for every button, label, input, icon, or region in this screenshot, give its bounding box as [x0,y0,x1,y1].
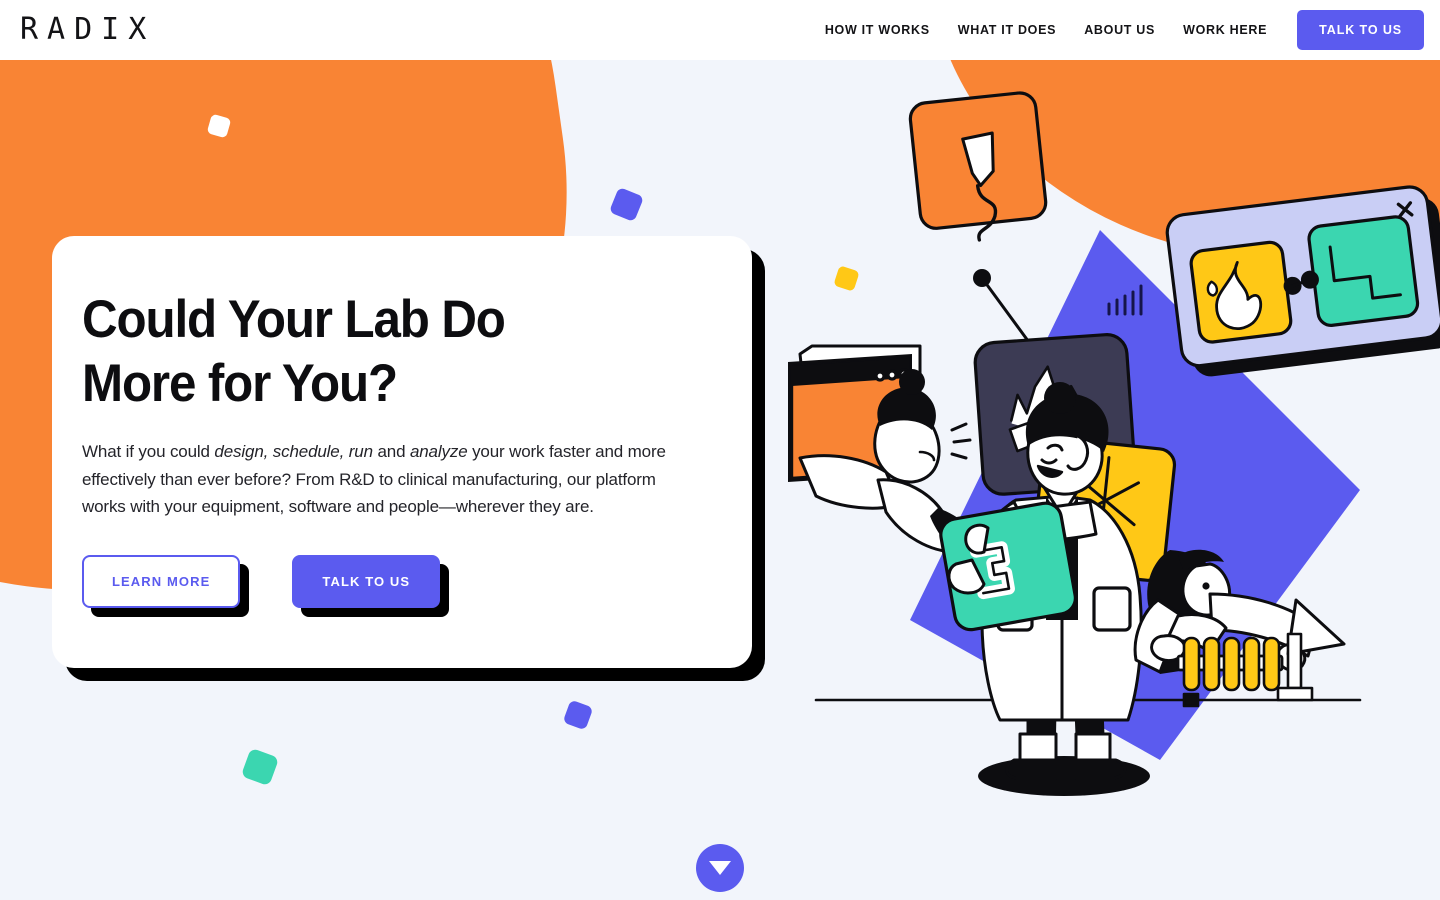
hero-card: Could Your Lab Do More for You? What if … [52,236,752,668]
hero-desc-part-2: and [372,442,410,462]
decor-square-purple-bottom [562,699,594,731]
hero-desc-emphasis-2: analyze [409,442,468,462]
decor-square-purple-top [608,186,645,223]
main-navigation: HOW IT WORKS WHAT IT DOES ABOUT US WORK … [811,10,1424,50]
header-talk-to-us-button[interactable]: TALK TO US [1297,10,1424,50]
chevron-down-icon [709,861,731,875]
hero-illustration [760,60,1440,820]
hero-title-line-1: Could Your Lab Do [82,290,506,349]
scroll-down-button[interactable] [696,844,744,892]
talk-to-us-button-wrapper: TALK TO US [292,554,450,617]
nav-item-work-here[interactable]: WORK HERE [1169,23,1281,37]
learn-more-button-wrapper: LEARN MORE [82,554,250,617]
hero-section: Could Your Lab Do More for You? What if … [52,236,765,681]
hero-desc-emphasis-1: design, schedule, run [214,442,373,462]
nav-item-about-us[interactable]: ABOUT US [1070,23,1169,37]
brand-logo[interactable]: RADIX [18,15,155,45]
site-header: RADIX HOW IT WORKS WHAT IT DOES ABOUT US… [0,0,1440,60]
hero-cta-group: LEARN MORE TALK TO US [82,554,696,617]
hero-title-line-2: More for You? [82,354,398,414]
hero-talk-to-us-button[interactable]: TALK TO US [292,554,441,608]
learn-more-button[interactable]: LEARN MORE [82,554,241,608]
nav-item-what-it-does[interactable]: WHAT IT DOES [944,23,1070,37]
hero-title: Could Your Lab Do More for You? [82,288,653,416]
nav-item-how-it-works[interactable]: HOW IT WORKS [811,23,944,37]
hero-desc-part-1: What if you could [82,442,215,462]
decor-square-teal [240,747,280,787]
hero-description: What if you could design, schedule, run … [82,438,696,521]
